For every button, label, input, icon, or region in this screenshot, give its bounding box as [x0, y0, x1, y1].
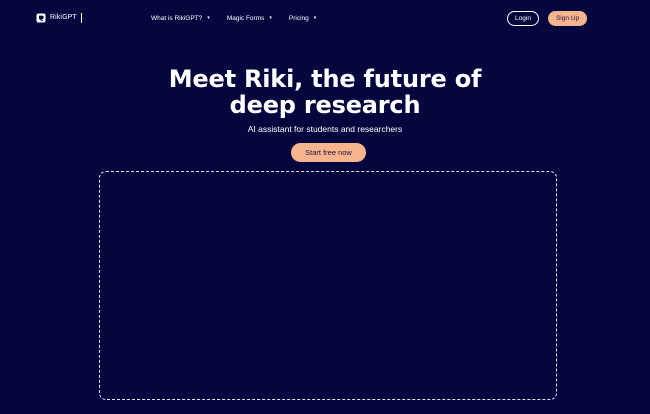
nav-pricing[interactable]: Pricing ▾ [289, 15, 316, 22]
hero-title-line-2: deep research [229, 91, 421, 119]
main-nav: What is RikiGPT? ▾ Magic Forms ▾ Pricing… [151, 13, 316, 23]
brand[interactable]: RikiGPT [36, 12, 82, 24]
page: RikiGPT What is RikiGPT? ▾ Magic Forms ▾… [0, 0, 650, 414]
nav-link-label: Magic Forms [226, 14, 265, 22]
text-cursor [80, 13, 82, 23]
riki-logo-icon [36, 13, 46, 23]
login-button[interactable]: Login [507, 11, 539, 26]
nav-magic-forms[interactable]: Magic Forms ▾ [227, 15, 272, 22]
hero-title: Meet Riki, the future of deep research [0, 66, 650, 118]
demo-placeholder [99, 171, 557, 400]
hero-title-line-1: Meet Riki, the future of [168, 65, 482, 93]
caret-down-icon: ▾ [269, 15, 272, 21]
brand-name: RikiGPT [50, 14, 77, 21]
caret-down-icon: ▾ [313, 15, 317, 21]
hero-subtitle: AI assistant for students and researcher… [247, 124, 403, 134]
nav-link-label: Pricing [288, 14, 309, 22]
start-free-button[interactable]: Start free now [291, 143, 366, 162]
signup-button[interactable]: Sign Up [548, 11, 587, 26]
navbar: RikiGPT What is RikiGPT? ▾ Magic Forms ▾… [0, 0, 650, 36]
nav-what-is-rikigpt[interactable]: What is RikiGPT? ▾ [151, 15, 210, 22]
caret-down-icon: ▾ [207, 15, 210, 21]
nav-link-label: What is RikiGPT? [151, 14, 203, 22]
